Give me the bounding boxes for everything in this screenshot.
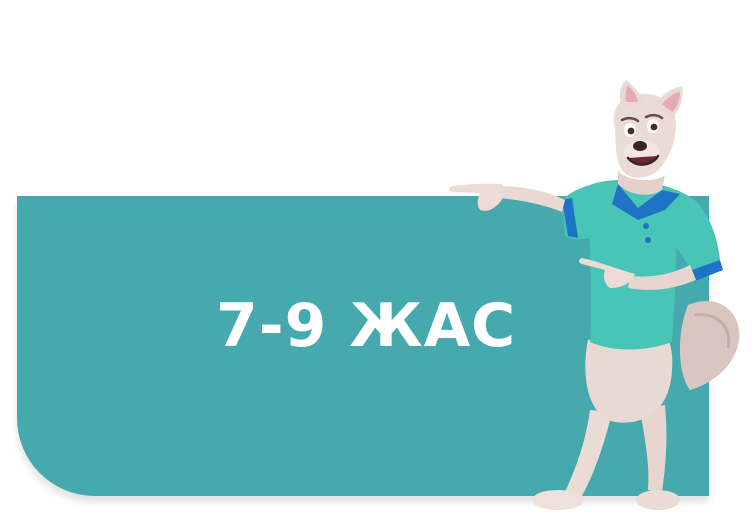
arm-upper: [498, 186, 565, 212]
dog-mascot-icon: [449, 80, 740, 510]
leg-left: [565, 410, 612, 496]
page: 7-9 ЖАС: [0, 0, 756, 532]
foot-right: [636, 490, 680, 510]
hand-upper: [449, 183, 504, 211]
foot-left: [532, 490, 584, 510]
nose: [633, 141, 647, 151]
